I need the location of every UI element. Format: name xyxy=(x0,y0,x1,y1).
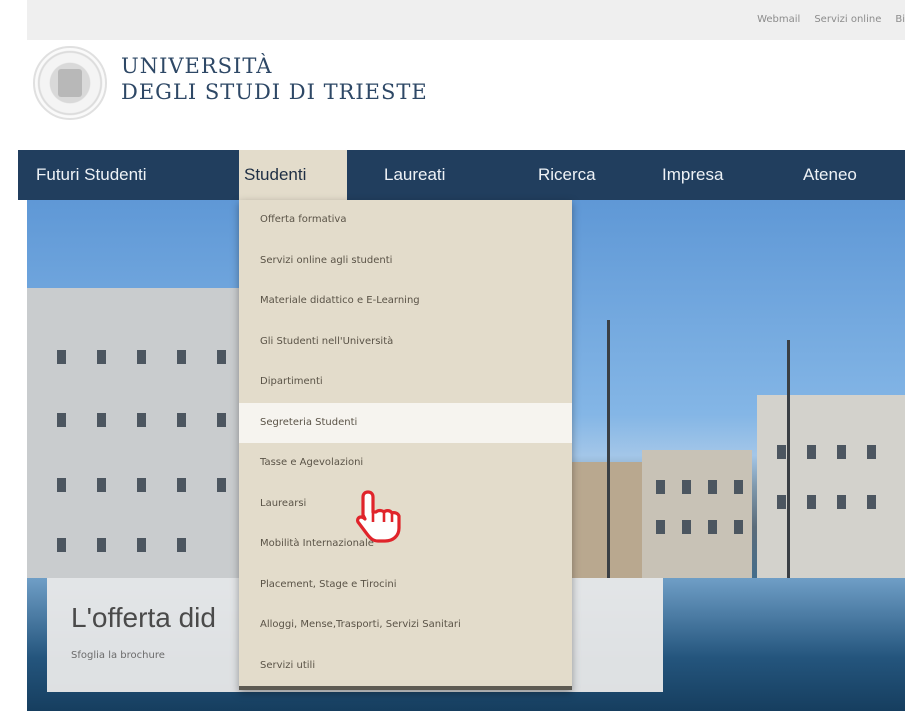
nav-futuri-studenti[interactable]: Futuri Studenti xyxy=(36,150,147,200)
university-seal-icon[interactable] xyxy=(33,46,107,120)
logo-line-1: UNIVERSITÀ xyxy=(121,54,273,78)
servizi-online-link[interactable]: Servizi online xyxy=(814,14,881,25)
hand-pointer-icon xyxy=(356,490,401,543)
menu-item-offerta-formativa[interactable]: Offerta formativa xyxy=(239,200,572,241)
nav-studenti[interactable]: Studenti xyxy=(239,150,347,200)
menu-item-materiale-didattico[interactable]: Materiale didattico e E-Learning xyxy=(239,281,572,322)
dropdown-bottom-border xyxy=(239,686,572,690)
menu-item-studenti-universita[interactable]: Gli Studenti nell'Università xyxy=(239,322,572,363)
menu-item-dipartimenti[interactable]: Dipartimenti xyxy=(239,362,572,403)
nav-laureati[interactable]: Laureati xyxy=(384,150,445,200)
nav-ricerca[interactable]: Ricerca xyxy=(538,150,596,200)
building-mid-2 xyxy=(642,450,752,578)
menu-item-alloggi[interactable]: Alloggi, Mense,Trasporti, Servizi Sanita… xyxy=(239,605,572,646)
studenti-dropdown-menu: Offerta formativa Servizi online agli st… xyxy=(239,200,572,690)
promo-title[interactable]: L'offerta did xyxy=(71,602,216,634)
nav-impresa[interactable]: Impresa xyxy=(662,150,723,200)
top-links: Webmail Servizi online Bi xyxy=(757,14,905,25)
logo-line-2: DEGLI STUDI DI TRIESTE xyxy=(121,80,428,104)
university-logo[interactable]: UNIVERSITÀ DEGLI STUDI DI TRIESTE xyxy=(121,54,428,104)
site-header: UNIVERSITÀ DEGLI STUDI DI TRIESTE xyxy=(27,40,905,150)
building-right xyxy=(757,395,905,578)
building-left xyxy=(27,288,239,578)
top-utility-bar: Webmail Servizi online Bi xyxy=(27,0,905,40)
flagpole xyxy=(787,340,790,578)
truncated-link[interactable]: Bi xyxy=(895,14,905,25)
menu-item-servizi-online[interactable]: Servizi online agli studenti xyxy=(239,241,572,282)
menu-item-servizi-utili[interactable]: Servizi utili xyxy=(239,646,572,687)
menu-item-placement[interactable]: Placement, Stage e Tirocini xyxy=(239,565,572,606)
nav-ateneo[interactable]: Ateneo xyxy=(803,150,857,200)
main-nav: Futuri Studenti Studenti Laureati Ricerc… xyxy=(18,150,905,200)
menu-item-tasse[interactable]: Tasse e Agevolazioni xyxy=(239,443,572,484)
flagpole xyxy=(607,320,610,578)
webmail-link[interactable]: Webmail xyxy=(757,14,800,25)
brochure-link[interactable]: Sfoglia la brochure xyxy=(71,650,165,661)
menu-item-segreteria-studenti[interactable]: Segreteria Studenti xyxy=(239,402,572,443)
